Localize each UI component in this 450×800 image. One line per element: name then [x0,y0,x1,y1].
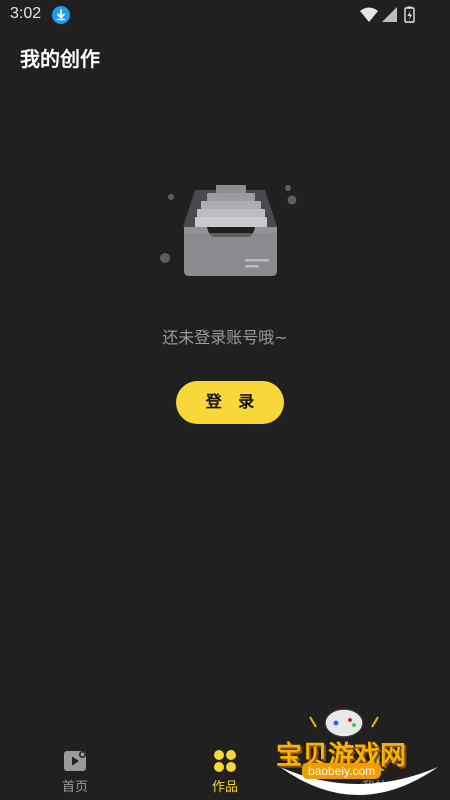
status-time: 3:02 [10,5,42,22]
nav-item-home[interactable]: 首页 [0,740,150,800]
empty-state-message: 还未登录账号哦~ [162,328,288,347]
download-icon [52,6,70,24]
battery-icon [404,6,415,23]
watermark-url: baobeiy.com [302,763,382,779]
nav-label-home: 首页 [61,780,88,795]
status-icons [360,6,420,24]
watermark-logo: 宝贝游戏网 baobeiy.com [270,705,445,800]
login-button[interactable]: 登 录 [176,381,284,424]
four-leaf-grid-icon [213,750,237,772]
status-bar: 3:02 [0,0,450,30]
signal-icon [382,7,397,22]
wifi-icon [360,7,378,22]
video-play-icon [63,750,87,772]
empty-inbox-icon [155,175,305,285]
page-title: 我的创作 [20,47,100,71]
